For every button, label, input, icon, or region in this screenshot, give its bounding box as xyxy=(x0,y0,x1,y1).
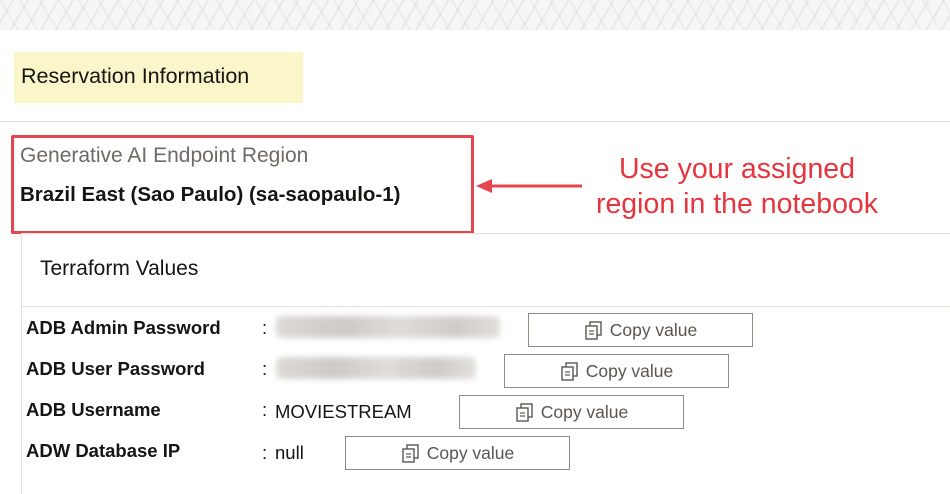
section-title: Reservation Information xyxy=(14,52,303,103)
adw-database-ip-value: null xyxy=(275,442,304,463)
terraform-title: Terraform Values xyxy=(40,257,199,280)
divider xyxy=(0,121,950,122)
adb-admin-password-label: ADB Admin Password xyxy=(26,317,221,338)
annotation-highlight-box xyxy=(11,135,474,234)
adb-username-value: MOVIESTREAM xyxy=(275,401,412,422)
adw-database-ip-label: ADW Database IP xyxy=(26,440,181,461)
colon: : xyxy=(262,358,268,379)
annotation-line-1: Use your assigned xyxy=(618,153,856,185)
header-pattern xyxy=(0,0,950,30)
copy-button-label: Copy value xyxy=(609,319,698,340)
copy-button-label: Copy value xyxy=(426,442,515,463)
copy-icon xyxy=(585,321,602,340)
divider xyxy=(22,306,950,307)
colon: : xyxy=(262,317,268,338)
copy-user-password-button[interactable]: Copy value xyxy=(504,354,729,388)
masked-value xyxy=(276,357,476,379)
copy-button-label: Copy value xyxy=(585,360,674,381)
masked-value xyxy=(276,316,500,338)
adb-user-password-label: ADB User Password xyxy=(26,358,205,379)
copy-icon xyxy=(516,403,533,422)
copy-button-label: Copy value xyxy=(540,401,629,422)
copy-admin-password-button[interactable]: Copy value xyxy=(528,313,753,347)
colon: : xyxy=(262,442,268,463)
copy-icon xyxy=(561,362,578,381)
copy-database-ip-button[interactable]: Copy value xyxy=(345,436,570,470)
arrow-left-icon xyxy=(476,179,582,193)
annotation-text: Use your assigned region in the notebook xyxy=(582,152,892,222)
colon: : xyxy=(262,399,268,420)
adb-username-label: ADB Username xyxy=(26,399,161,420)
annotation-line-2: region in the notebook xyxy=(595,188,879,220)
copy-icon xyxy=(402,444,419,463)
copy-username-button[interactable]: Copy value xyxy=(459,395,684,429)
